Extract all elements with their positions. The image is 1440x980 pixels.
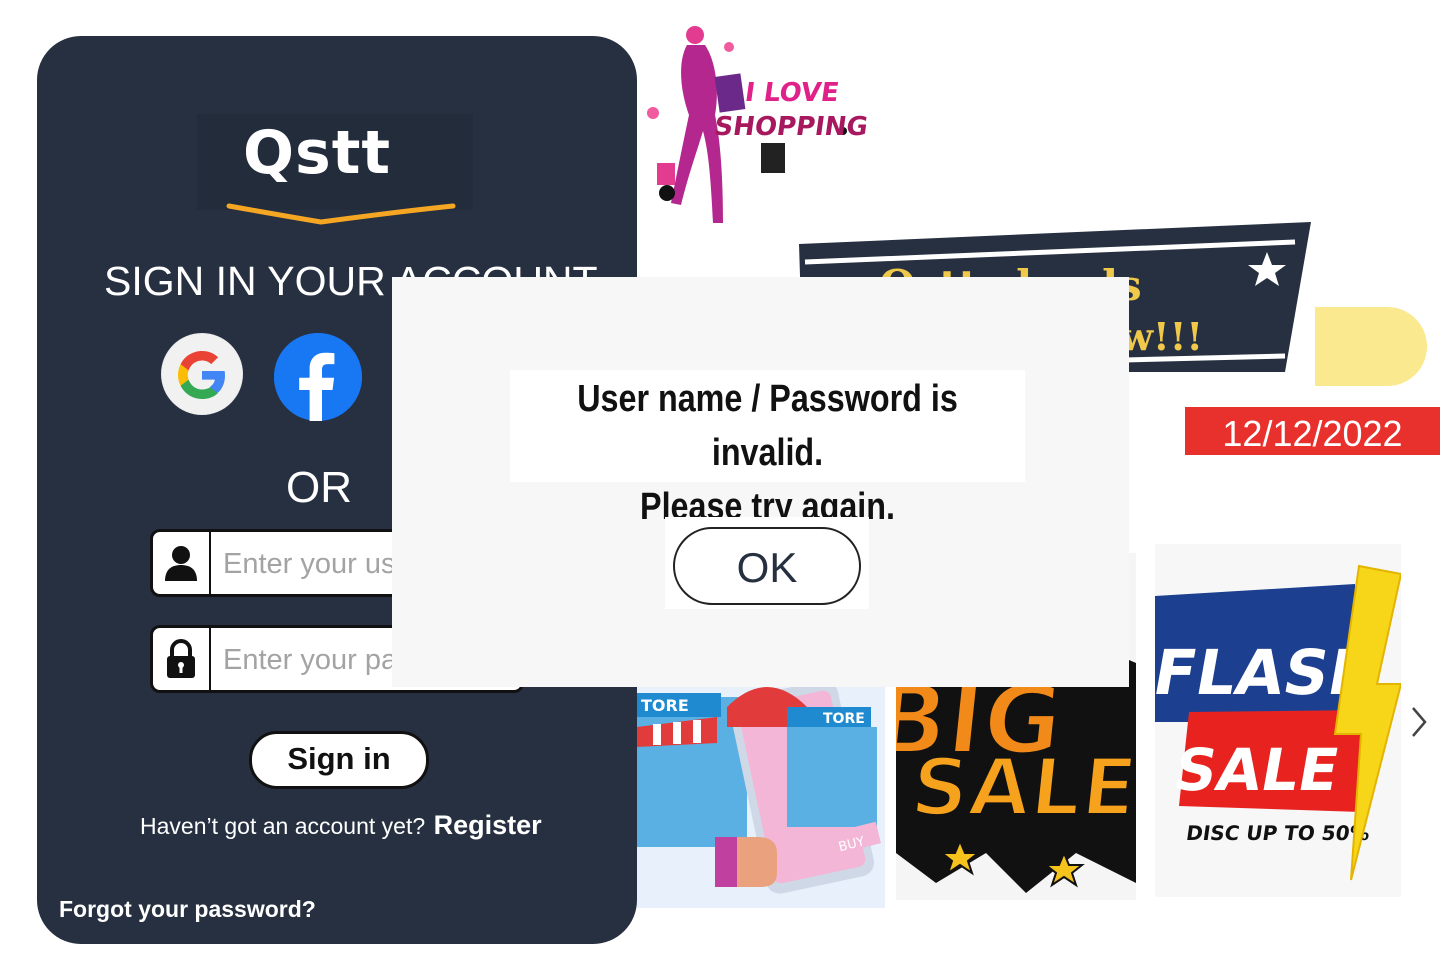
flash-disc-text: DISC UP TO 50% xyxy=(1185,821,1372,845)
lock-icon xyxy=(153,628,211,690)
register-link[interactable]: Register xyxy=(434,810,542,840)
flash-text-2: SALE xyxy=(1169,736,1344,803)
app-logo: Qstt xyxy=(197,114,473,225)
error-dialog: User name / Password is invalid. Please … xyxy=(392,277,1129,687)
chevron-right-icon[interactable] xyxy=(1407,702,1431,742)
facebook-icon xyxy=(274,333,362,421)
shopping-text-2: SHOPPING xyxy=(712,112,870,142)
forgot-password-link[interactable]: Forgot your password? xyxy=(59,896,316,923)
yellow-decoration xyxy=(1315,307,1427,386)
logo-swoosh-icon xyxy=(226,203,456,225)
ok-button-container: OK xyxy=(665,517,869,609)
ok-button[interactable]: OK xyxy=(673,527,861,605)
error-message: User name / Password is invalid. Please … xyxy=(510,370,1025,528)
store-sign-2: TORE xyxy=(823,711,865,727)
user-icon xyxy=(153,532,211,594)
google-icon xyxy=(162,334,242,414)
date-badge: 12/12/2022 xyxy=(1185,407,1440,455)
thumbs-up-icon xyxy=(715,837,777,887)
register-row: Haven’t got an account yet? Register xyxy=(140,810,542,841)
register-question: Haven’t got an account yet? xyxy=(140,813,426,839)
i-love-shopping-image: I LOVE SHOPPING xyxy=(637,23,872,237)
shopping-text-1: I LOVE xyxy=(743,78,841,108)
online-store-image: TORE TORE BUY xyxy=(637,687,885,908)
flash-sale-image: FLASH SALE DISC UP TO 50% xyxy=(1155,544,1401,897)
facebook-signin-button[interactable] xyxy=(274,333,362,421)
google-signin-button[interactable] xyxy=(161,333,243,415)
or-divider-text: OR xyxy=(286,463,352,512)
bigsale-text-2: SALE xyxy=(906,741,1136,834)
signin-button[interactable]: Sign in xyxy=(249,731,429,789)
error-message-line1: User name / Password is invalid. xyxy=(577,378,958,474)
logo-text: Qstt xyxy=(243,118,392,188)
store-sign-1: TORE xyxy=(641,696,689,715)
